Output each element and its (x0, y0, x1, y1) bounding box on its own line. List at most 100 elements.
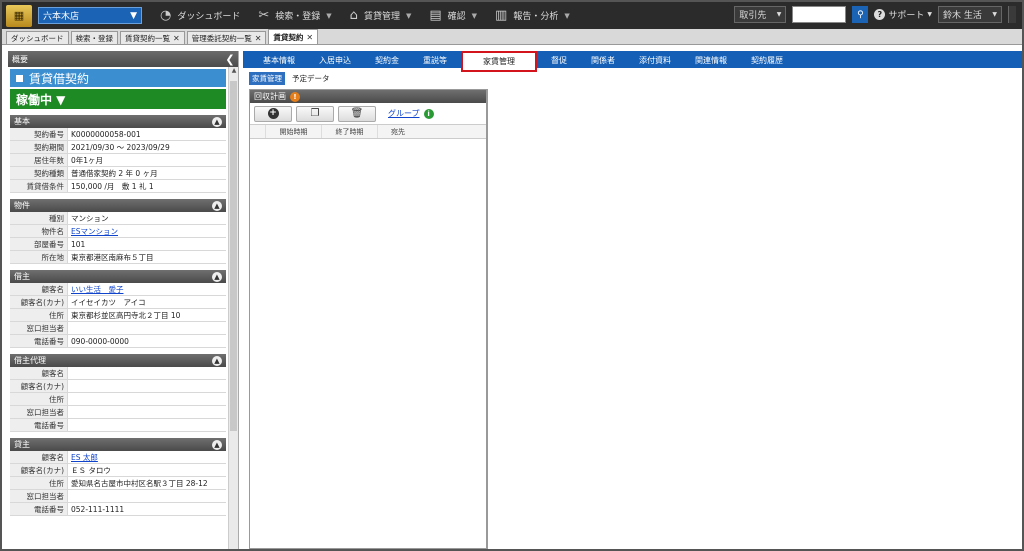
window-tab-2[interactable]: 賃貸契約一覧 ✕ (120, 31, 185, 44)
grid-column-header[interactable]: 終了時期 (322, 125, 378, 138)
window-tab-bar: ダッシュボード 検索・登録 賃貸契約一覧 ✕ 管理委託契約一覧 ✕ 賃貸契約 ✕ (2, 29, 1022, 45)
row-label: 窓口担当者 (10, 322, 68, 334)
search-icon[interactable]: ⚲ (852, 6, 869, 23)
scrollbar-thumb[interactable] (230, 81, 237, 431)
summary-row: 部屋番号 101 (10, 238, 226, 251)
overview-label: 概要 (12, 54, 28, 64)
tab-2[interactable]: 契約金 (365, 52, 409, 68)
dashboard-icon: ◔ (160, 8, 172, 23)
nav-item-3[interactable]: ▤ 確認 ▼ (429, 8, 477, 23)
contract-title-label: 賃貸借契約 (29, 71, 90, 86)
search-category-label: 取引先 (739, 11, 767, 21)
collapse-icon[interactable]: ▲ (212, 439, 222, 450)
settings-icon[interactable] (1008, 6, 1016, 23)
row-value: 2021/09/30 ～ 2023/09/29 (71, 143, 170, 152)
tab-1[interactable]: 入居申込 (309, 52, 361, 68)
row-value: K0000000058-001 (71, 130, 141, 139)
copy-button[interactable]: ❐ (296, 105, 334, 122)
row-value: 東京都杉並区高円寺北２丁目 10 (71, 311, 181, 320)
collapse-icon[interactable]: ▲ (212, 116, 222, 127)
row-value: 150,000 /月 敷 1 礼 1 (71, 182, 154, 191)
sub-tab-bar: 家賃管理 予定データ (243, 68, 1022, 86)
trash-icon: 🗑 (350, 108, 364, 119)
tab-4[interactable]: 家賃管理 (461, 51, 537, 72)
tab-7[interactable]: 添付資料 (629, 52, 681, 68)
row-value (68, 406, 226, 418)
collapse-icon[interactable]: ▲ (212, 355, 222, 366)
row-value: 普通借家契約 2 年 0 ヶ月 (71, 169, 158, 178)
summary-section-0: 基本 ▲ 契約番号 K0000000058-001 契約期間 2021/09/30 ～ 2… (10, 115, 226, 193)
store-select[interactable]: 六本木店 ▼ (38, 7, 142, 24)
collection-plan-panel: 回収計画 ! + ❐ 🗑 グループ i 開始時期 終了時期 宛先 (249, 89, 487, 549)
search-category-select[interactable]: 取引先 ▼ (734, 6, 787, 23)
status-dropdown[interactable]: 稼働中 ▼ (10, 89, 226, 109)
window-tab-4[interactable]: 賃貸契約 ✕ (268, 29, 319, 44)
chart-icon: ▥ (495, 8, 508, 23)
row-label: 住所 (10, 477, 68, 489)
row-value[interactable]: ESマンション (68, 225, 226, 237)
row-label: 契約種類 (10, 167, 68, 179)
row-value (68, 322, 226, 334)
user-name: 鈴木 生活 (943, 11, 982, 21)
nav-items: ◔ ダッシュボード ✂ 検索・登録 ▼ ⌂ 賃貸管理 ▼ ▤ 確認 ▼ ▥ 報告・分析 ▼ (142, 8, 570, 23)
close-icon[interactable]: ✕ (306, 33, 313, 42)
tab-0[interactable]: 基本情報 (253, 52, 305, 68)
collapse-chevron-icon[interactable]: ❮ (222, 53, 238, 66)
row-value[interactable]: ES 太郎 (68, 451, 226, 463)
window-tab-3[interactable]: 管理委託契約一覧 ✕ (186, 31, 267, 44)
grid-column-header[interactable]: 宛先 (378, 125, 418, 138)
copy-icon: ❐ (310, 108, 320, 119)
row-label: 顧客名 (10, 367, 68, 379)
app-logo-icon[interactable]: ▦ (6, 4, 32, 27)
tab-5[interactable]: 督促 (541, 52, 577, 68)
user-menu[interactable]: 鈴木 生活 ▼ (938, 6, 1002, 23)
nav-item-4[interactable]: ▥ 報告・分析 ▼ (495, 8, 570, 23)
info-icon[interactable]: i (423, 108, 434, 119)
window-tab-0[interactable]: ダッシュボード (6, 31, 69, 44)
subtab-0[interactable]: 家賃管理 (249, 72, 285, 85)
group-link[interactable]: グループ (388, 108, 420, 119)
summary-section-4: 貸主 ▲ 顧客名 ES 太郎 顧客名(カナ) ＥＳ タロウ 住所 愛知県名古屋市中村区名駅３丁… (10, 438, 226, 516)
row-value: ＥＳ タロウ (71, 466, 111, 475)
row-label: 電話番号 (10, 419, 68, 431)
window-tab-1[interactable]: 検索・登録 (70, 31, 118, 44)
summary-row: 所在地 東京都港区南麻布５丁目 (10, 251, 226, 264)
nav-item-0[interactable]: ◔ ダッシュボード (160, 8, 240, 23)
row-value (68, 380, 226, 392)
top-nav: ▦ 六本木店 ▼ ◔ ダッシュボード ✂ 検索・登録 ▼ ⌂ 賃貸管理 ▼ ▤ 確認 ▼ ▥ 報告・分析… (2, 2, 1022, 29)
close-icon[interactable]: ✕ (173, 34, 180, 43)
tab-6[interactable]: 関係者 (581, 52, 625, 68)
row-value[interactable]: いい生活 愛子 (68, 283, 226, 295)
support-label: サポート (888, 11, 925, 21)
nav-item-2[interactable]: ⌂ 賃貸管理 ▼ (350, 8, 412, 23)
nav-item-label: 確認 (447, 12, 466, 22)
nav-item-1[interactable]: ✂ 検索・登録 ▼ (258, 8, 331, 23)
grid-column-header[interactable]: 開始時期 (266, 125, 322, 138)
window-tab-label: 検索・登録 (75, 33, 114, 43)
scroll-up-icon[interactable]: ▲ (229, 67, 238, 77)
grid-header-spacer (250, 125, 266, 138)
collapse-icon[interactable]: ▲ (212, 271, 222, 282)
section-title: 物件 (14, 201, 30, 210)
grid-header-row: 開始時期 終了時期 宛先 (250, 125, 486, 139)
overview-header: 概要 ❮ (8, 51, 238, 67)
collapse-icon[interactable]: ▲ (212, 200, 222, 211)
nav-item-label: 報告・分析 (513, 12, 559, 22)
row-value (68, 367, 226, 379)
delete-button[interactable]: 🗑 (338, 105, 376, 122)
panel-scrollbar[interactable]: ▲ (228, 67, 238, 549)
tab-8[interactable]: 関連情報 (685, 52, 737, 68)
tab-9[interactable]: 契約履歴 (741, 52, 793, 68)
row-value (68, 490, 226, 502)
support-menu[interactable]: ? サポート ▼ (874, 8, 932, 21)
section-header: 物件 ▲ (10, 199, 226, 212)
tab-3[interactable]: 重説等 (413, 52, 457, 68)
row-value: 東京都港区南麻布５丁目 (71, 253, 154, 262)
summary-row: 窓口担当者 (10, 322, 226, 335)
warning-icon[interactable]: ! (290, 91, 300, 102)
close-icon[interactable]: ✕ (255, 34, 262, 43)
search-input[interactable] (792, 6, 847, 23)
summary-row: 賃貸借条件 150,000 /月 敷 1 礼 1 (10, 180, 226, 193)
subtab-1[interactable]: 予定データ (289, 72, 333, 85)
add-button[interactable]: + (254, 105, 292, 122)
